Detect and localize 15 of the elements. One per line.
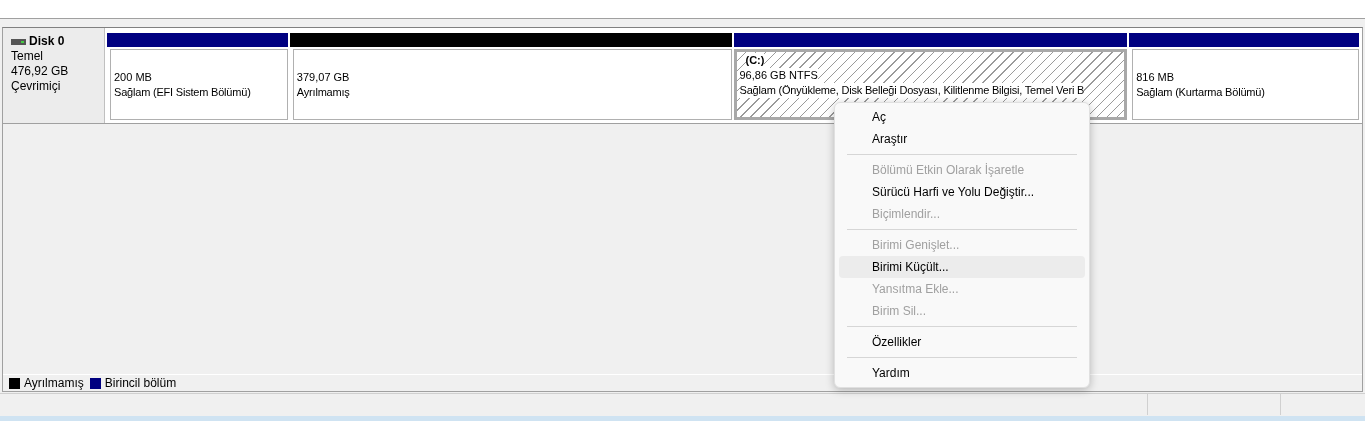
- legend-label: Birincil bölüm: [104, 375, 177, 392]
- menu-item[interactable]: Özellikler: [839, 331, 1085, 353]
- disk-status: Çevrimiçi: [11, 79, 62, 94]
- legend-label: Ayrılmamış: [24, 375, 84, 392]
- partition-size: 96,86 GB NTFS: [739, 68, 818, 83]
- disk-size: 476,92 GB: [11, 64, 70, 79]
- disk-name: Disk 0: [29, 34, 65, 49]
- disk-panel[interactable]: Disk 0 Temel 476,92 GB Çevrimiçi: [3, 28, 105, 123]
- menu-item[interactable]: Sürücü Harfi ve Yolu Değiştir...: [839, 181, 1085, 203]
- menu-item[interactable]: Birimi Küçült...: [839, 256, 1085, 278]
- partition-status: Sağlam (Önyükleme, Disk Belleği Dosyası, Kilitlenme Bilgisi, Temel Veri B: [739, 83, 1085, 98]
- menu-item[interactable]: Araştır: [839, 128, 1085, 150]
- menu-item[interactable]: Yardım: [839, 362, 1085, 384]
- disk-type: Temel: [11, 49, 44, 64]
- partition-label: (C:): [745, 53, 765, 68]
